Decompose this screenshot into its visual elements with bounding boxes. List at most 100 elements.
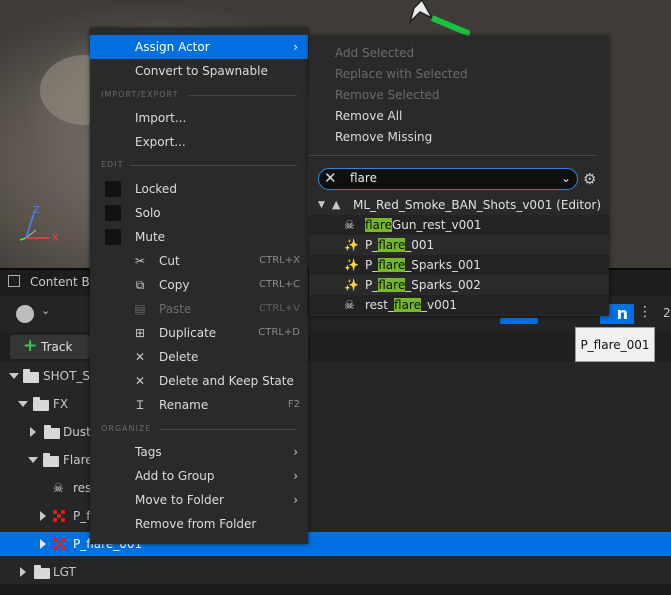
section-header-import-export: IMPORT/EXPORT <box>101 90 179 99</box>
checkbox[interactable] <box>105 229 121 245</box>
submenu-item-add-selected: Add Selected <box>335 46 415 60</box>
menu-item-delete[interactable]: ✕ Delete <box>90 345 308 369</box>
result-label: rest_flare_v001 <box>365 298 457 312</box>
chevron-right-icon: › <box>293 40 298 54</box>
menu-item-mute[interactable]: Mute <box>90 225 308 249</box>
expand-icon[interactable] <box>40 539 46 549</box>
result-row[interactable]: ✨ P_flare_Sparks_002 <box>309 275 609 295</box>
result-row[interactable]: ☠ rest_flare_v001 <box>309 295 609 315</box>
menu-item-locked[interactable]: Locked <box>90 177 308 201</box>
tree-row-label: Flare <box>63 453 93 467</box>
scissors-icon: ✂ <box>134 254 146 268</box>
menu-item-import[interactable]: Import... <box>90 106 308 130</box>
skeleton-icon: ☠ <box>344 218 355 232</box>
axis-x-label: X <box>52 233 59 244</box>
menu-item-label: Move to Folder <box>135 493 224 507</box>
section-divider <box>130 165 297 166</box>
settings-disc-icon[interactable] <box>16 305 34 323</box>
chevron-down-icon[interactable]: ⌄ <box>41 304 50 317</box>
chevron-right-icon: › <box>293 493 298 507</box>
content-browser-tab[interactable]: Content Br <box>30 275 95 289</box>
expand-icon[interactable] <box>28 457 38 463</box>
expand-icon[interactable] <box>40 511 46 521</box>
shortcut-label: CTRL+V <box>259 303 300 314</box>
menu-item-assign-actor[interactable]: Assign Actor › <box>90 35 308 59</box>
tree-row-lgt[interactable]: LGT <box>0 560 671 584</box>
axis-gizmo-icon <box>19 209 50 241</box>
result-row[interactable]: ✨ P_flare_Sparks_001 <box>309 255 609 275</box>
tree-row-label: LGT <box>53 565 76 579</box>
axis-z-label: Z <box>33 205 40 216</box>
folder-icon <box>23 369 39 383</box>
menu-item-label: Export... <box>135 135 186 149</box>
menu-item-duplicate[interactable]: ⊞ Duplicate CTRL+D <box>90 321 308 345</box>
menu-item-label: Solo <box>135 206 161 220</box>
section-header-organize: ORGANIZE <box>101 424 152 433</box>
result-row[interactable]: ☠ flareGun_rest_v001 <box>309 215 609 235</box>
duplicate-icon: ⊞ <box>134 326 146 340</box>
level-row[interactable]: ▼ ▲ ML_Red_Smoke_BAN_Shots_v001 (Editor) <box>309 195 609 215</box>
menu-item-export[interactable]: Export... <box>90 130 308 154</box>
delete-icon: ✕ <box>134 350 146 364</box>
result-label: P_flare_001 <box>365 238 435 252</box>
menu-item-rename[interactable]: Ɪ Rename F2 <box>90 393 308 417</box>
expand-icon[interactable] <box>18 401 28 407</box>
sparkle-icon: ✨ <box>344 258 359 272</box>
section-divider <box>189 95 297 96</box>
outliner-bottom-bar <box>0 584 671 595</box>
particle-icon <box>53 510 65 522</box>
tree-row-label: FX <box>53 397 69 411</box>
result-row[interactable]: ✨ P_flare_001 <box>309 235 609 255</box>
tree-row-label: res <box>73 481 92 495</box>
expand-icon[interactable] <box>30 427 36 437</box>
shortcut-label: F2 <box>287 399 300 410</box>
chevron-right-icon: › <box>293 469 298 483</box>
more-options-icon[interactable]: ⋮ <box>638 304 652 320</box>
menu-item-tags[interactable]: Tags › <box>90 440 308 464</box>
clear-search-icon[interactable]: ✕ <box>324 169 337 188</box>
menu-item-label: Remove from Folder <box>135 517 257 531</box>
menu-item-label: Tags <box>135 445 162 459</box>
checkbox[interactable] <box>105 181 121 197</box>
menu-item-label: Convert to Spawnable <box>135 64 268 78</box>
menu-item-convert-spawnable[interactable]: Convert to Spawnable <box>90 59 308 83</box>
paste-icon: ▤ <box>134 302 146 316</box>
folder-icon <box>43 453 59 467</box>
skeleton-icon: ☠ <box>344 298 355 312</box>
section-divider <box>160 429 297 430</box>
menu-item-delete-keep-state[interactable]: ✕ Delete and Keep State <box>90 369 308 393</box>
expand-icon[interactable] <box>20 567 26 577</box>
folder-icon <box>33 397 49 411</box>
menu-item-remove-from-folder[interactable]: Remove from Folder <box>90 512 308 536</box>
menu-item-copy[interactable]: ⧉ Copy CTRL+C <box>90 273 308 297</box>
light-gizmo-icon[interactable] <box>390 0 470 40</box>
collapse-icon[interactable]: ▼ <box>318 195 325 215</box>
toolbar-number: 2 <box>663 306 671 320</box>
toolbar-button[interactable] <box>500 318 538 324</box>
submenu-item-remove-all[interactable]: Remove All <box>335 106 402 127</box>
submenu-item-remove-missing[interactable]: Remove Missing <box>335 127 432 148</box>
submenu-item-remove-selected: Remove Selected <box>335 88 440 102</box>
add-track-button[interactable]: + Track <box>10 335 90 359</box>
tooltip: P_flare_001 <box>575 327 655 362</box>
sparkle-icon: ✨ <box>344 278 359 292</box>
particle-icon <box>53 538 65 550</box>
menu-item-add-to-group[interactable]: Add to Group › <box>90 464 308 488</box>
result-label: flareGun_rest_v001 <box>365 218 482 232</box>
result-label: P_flare_Sparks_001 <box>365 258 481 272</box>
menu-item-move-to-folder[interactable]: Move to Folder › <box>90 488 308 512</box>
checkbox[interactable] <box>105 205 121 221</box>
search-value: flare <box>350 171 377 185</box>
menu-item-cut[interactable]: ✂ Cut CTRL+X <box>90 249 308 273</box>
content-browser-icon <box>8 275 20 287</box>
context-menu: Assign Actor › Convert to Spawnable IMPO… <box>90 28 308 544</box>
chevron-down-icon[interactable]: ⌄ <box>561 169 571 188</box>
actor-search-input[interactable]: ✕ flare ⌄ <box>318 168 578 190</box>
delete-icon: ✕ <box>134 374 146 388</box>
menu-item-label: Paste <box>159 302 192 316</box>
folder-icon <box>34 565 50 579</box>
menu-item-solo[interactable]: Solo <box>90 201 308 225</box>
chevron-right-icon: › <box>293 445 298 459</box>
gear-icon[interactable]: ⚙ <box>583 170 596 188</box>
expand-icon[interactable] <box>9 373 19 379</box>
